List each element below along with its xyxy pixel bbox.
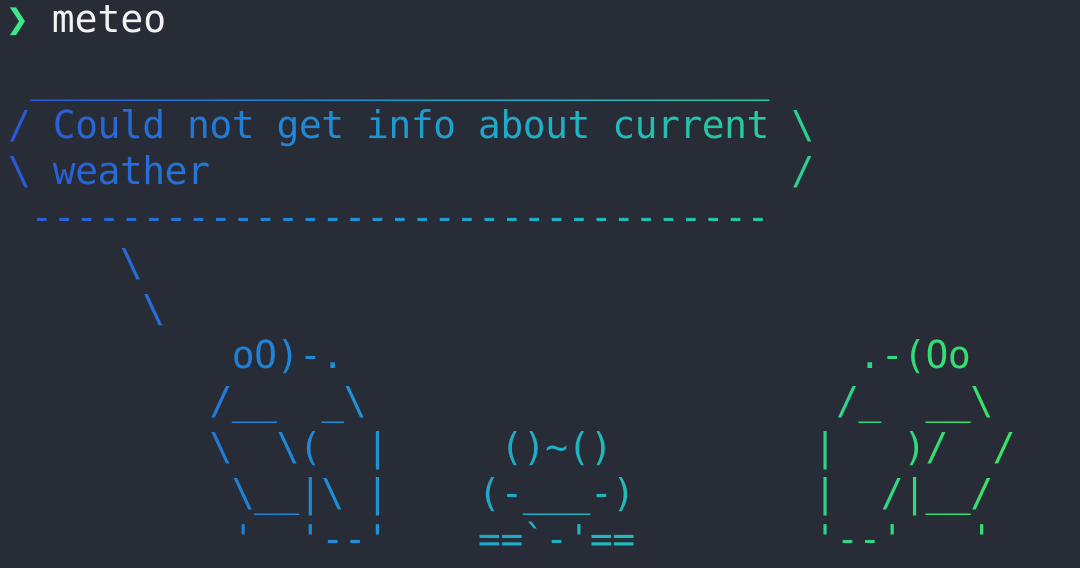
ascii-art-output: _________________________________ / Coul… bbox=[8, 57, 1016, 561]
prompt-chevron-icon: ❯ bbox=[6, 0, 29, 41]
command-text: meteo bbox=[51, 0, 167, 41]
terminal-window[interactable]: ❯ meteo ________________________________… bbox=[0, 0, 1080, 568]
prompt-line: ❯ meteo bbox=[6, 0, 166, 42]
